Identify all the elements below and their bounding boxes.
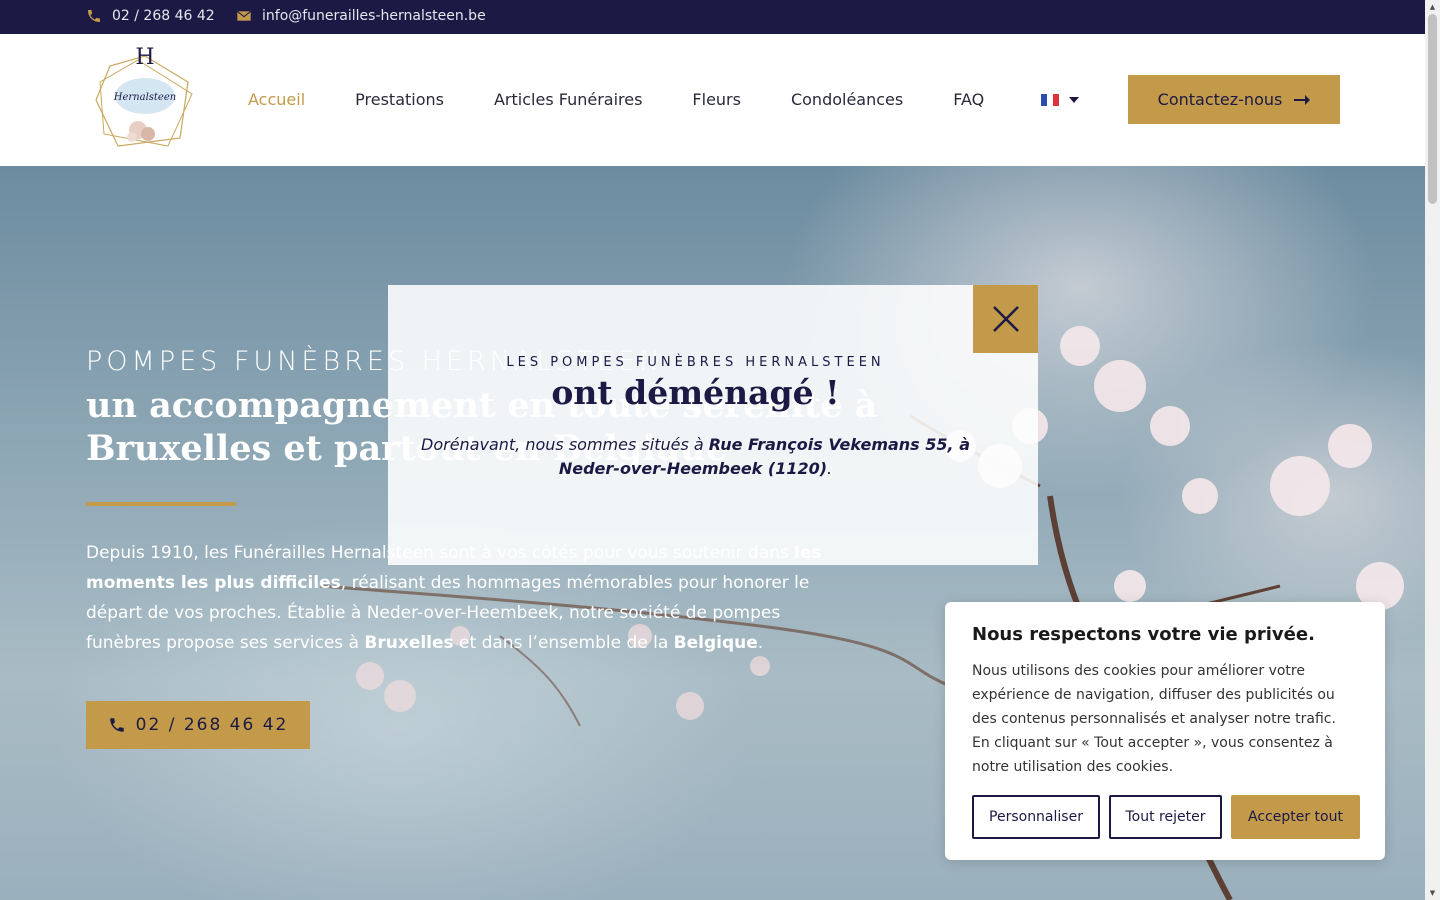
- nav-item-fleurs[interactable]: Fleurs: [692, 90, 741, 109]
- scroll-thumb[interactable]: [1428, 14, 1437, 204]
- cookie-customize-button[interactable]: Personnaliser: [972, 795, 1100, 839]
- nav-item-accueil[interactable]: Accueil: [248, 90, 305, 109]
- contact-us-button[interactable]: Contactez-nous: [1128, 75, 1340, 124]
- logo-name: Hernalsteen: [113, 92, 176, 103]
- site-header: H Hernalsteen Accueil Prestations Articl…: [0, 34, 1425, 166]
- cookie-title: Nous respectons votre vie privée.: [972, 624, 1315, 645]
- chevron-down-icon: [1069, 97, 1079, 103]
- nav-item-condoleances[interactable]: Condoléances: [791, 90, 903, 109]
- hero-phone-button[interactable]: 02 / 268 46 42: [86, 701, 310, 749]
- topbar-phone-text: 02 / 268 46 42: [112, 8, 215, 24]
- main-nav: Accueil Prestations Articles Funéraires …: [248, 90, 984, 109]
- modal-text: Dorénavant, nous sommes situés à Rue Fra…: [418, 433, 973, 481]
- logo-letter: H: [135, 45, 154, 70]
- topbar-phone-link[interactable]: 02 / 268 46 42: [86, 8, 215, 24]
- arrow-right-icon: [1294, 94, 1311, 105]
- page-scrollbar[interactable]: ▲ ▼: [1425, 0, 1440, 900]
- close-icon: [992, 306, 1019, 332]
- hero-divider: [86, 502, 236, 506]
- topbar-email-text: info@funerailles-hernalsteen.be: [262, 8, 486, 24]
- nav-item-articles-funeraires[interactable]: Articles Funéraires: [494, 90, 642, 109]
- cookie-buttons: Personnaliser Tout rejeter Accepter tout: [972, 795, 1360, 839]
- french-flag-icon: [1041, 94, 1059, 106]
- logo-graphic: H Hernalsteen: [95, 45, 193, 147]
- top-contact-bar: 02 / 268 46 42 info@funerailles-hernalst…: [0, 0, 1425, 34]
- modal-text-suffix: .: [827, 459, 833, 478]
- site-logo[interactable]: H Hernalsteen: [88, 42, 202, 158]
- nav-item-prestations[interactable]: Prestations: [355, 90, 444, 109]
- envelope-icon: [237, 10, 251, 21]
- cookie-reject-button[interactable]: Tout rejeter: [1109, 795, 1222, 839]
- language-switcher[interactable]: [1041, 94, 1079, 106]
- scroll-up-arrow-icon[interactable]: ▲: [1428, 2, 1437, 12]
- contact-us-label: Contactez-nous: [1157, 90, 1283, 109]
- cookie-accept-button[interactable]: Accepter tout: [1231, 795, 1360, 839]
- phone-icon: [88, 10, 100, 22]
- scroll-down-arrow-icon[interactable]: ▼: [1428, 888, 1437, 898]
- cookie-consent-banner: Nous respectons votre vie privée. Nous u…: [945, 602, 1385, 860]
- cookie-text: Nous utilisons des cookies pour améliore…: [972, 663, 1336, 775]
- hero-text-bold-2: Bruxelles: [364, 633, 454, 653]
- nav-item-faq[interactable]: FAQ: [953, 90, 984, 109]
- relocation-modal: LES POMPES FUNÈBRES HERNALSTEEN ont démé…: [388, 285, 1038, 565]
- hero-text-4: .: [757, 633, 764, 653]
- hero-phone-label: 02 / 268 46 42: [135, 715, 289, 735]
- modal-title: ont déménagé !: [551, 373, 840, 412]
- modal-close-button[interactable]: [973, 285, 1038, 353]
- modal-text-prefix: Dorénavant, nous sommes situés à: [421, 435, 709, 454]
- phone-icon: [109, 718, 124, 732]
- modal-supertitle: LES POMPES FUNÈBRES HERNALSTEEN: [506, 355, 885, 370]
- topbar-email-link[interactable]: info@funerailles-hernalsteen.be: [236, 8, 486, 24]
- hero-text-3: et dans l’ensemble de la: [453, 633, 674, 653]
- hero-text-bold-3: Belgique: [673, 633, 758, 653]
